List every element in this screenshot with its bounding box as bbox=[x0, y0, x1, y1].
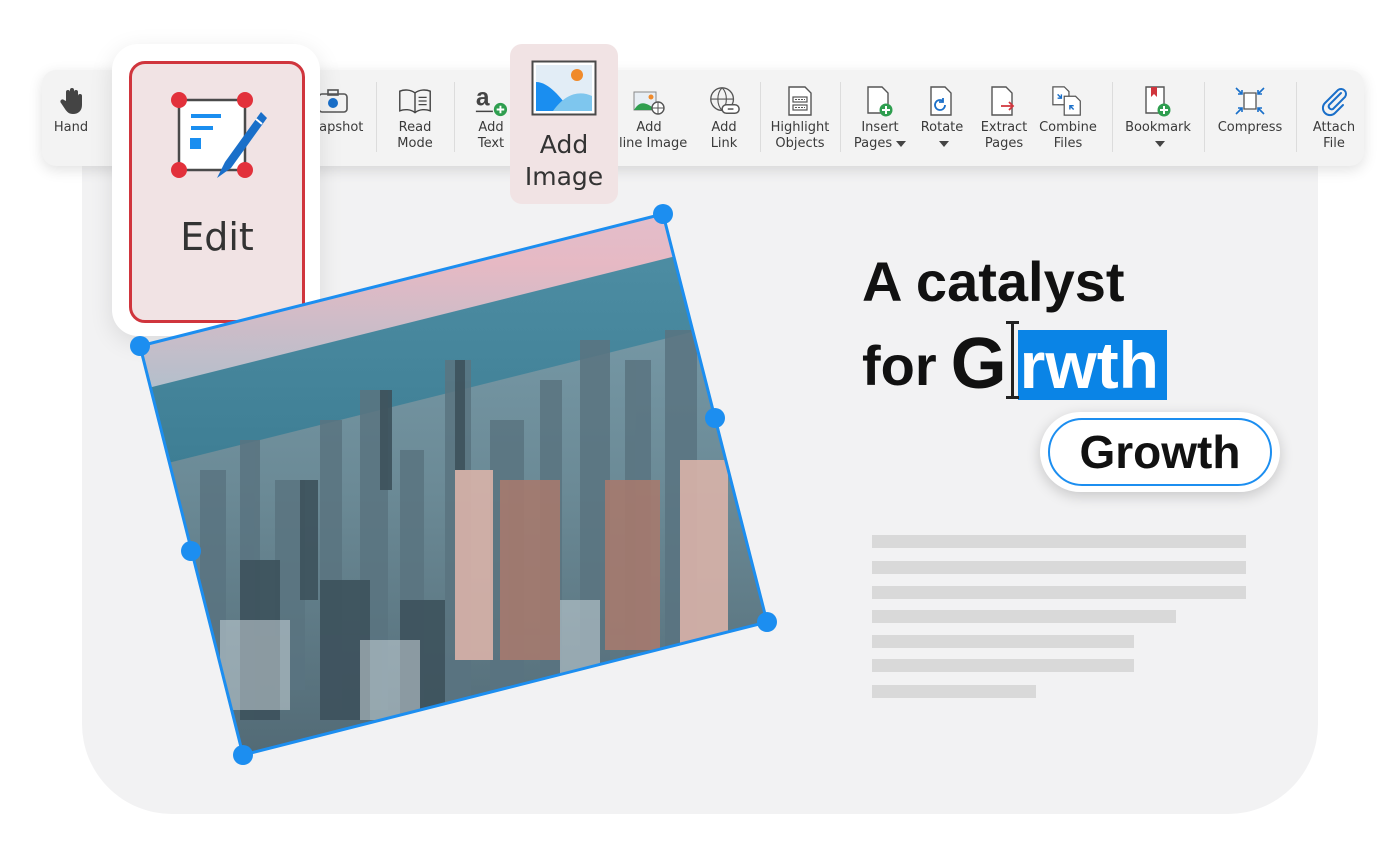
attach-file-tool[interactable]: Attach File bbox=[1306, 70, 1362, 166]
highlight-objects-icon bbox=[783, 84, 817, 118]
attach-file-label: Attach File bbox=[1312, 120, 1356, 151]
add-link-label: Add Link bbox=[710, 120, 738, 151]
hand-label: Hand bbox=[53, 120, 89, 135]
paperclip-icon bbox=[1317, 84, 1351, 118]
placeholder-text-line bbox=[872, 659, 1134, 672]
add-link-tool[interactable]: Add Link bbox=[702, 70, 746, 166]
placeholder-text-line bbox=[872, 685, 1036, 698]
toolbar-separator bbox=[454, 82, 455, 152]
toolbar-separator bbox=[376, 82, 377, 152]
combine-files-icon bbox=[1051, 84, 1085, 118]
bookmark-tool[interactable]: Bookmark bbox=[1122, 70, 1194, 166]
chevron-down-icon[interactable] bbox=[939, 140, 949, 147]
highlight-objects-label: Highlight Objects bbox=[770, 120, 830, 151]
placeholder-text-line bbox=[872, 610, 1176, 623]
rotate-text: Rotate bbox=[920, 120, 964, 135]
toolbar-separator bbox=[1112, 82, 1113, 152]
text-cursor bbox=[1005, 321, 1019, 399]
correction-bubble[interactable]: Growth bbox=[1040, 412, 1280, 492]
insert-pages-tool[interactable]: Insert Pages bbox=[852, 70, 908, 166]
link-icon bbox=[707, 84, 741, 118]
add-image-label: Add Image bbox=[524, 130, 604, 191]
compress-label: Compress bbox=[1217, 120, 1283, 135]
read-mode-tool[interactable]: Read Mode bbox=[388, 70, 442, 166]
placeholder-text-line bbox=[872, 561, 1246, 574]
toolbar-separator bbox=[1204, 82, 1205, 152]
camera-icon bbox=[316, 84, 350, 118]
headline-for: for bbox=[862, 334, 937, 397]
rotate-tool[interactable]: Rotate bbox=[918, 70, 966, 166]
insert-pages-label: Insert Pages bbox=[853, 120, 907, 152]
headline-line1[interactable]: A catalyst bbox=[862, 250, 1125, 314]
add-text-icon: a bbox=[474, 84, 508, 118]
headline-line2[interactable]: for G rwth bbox=[862, 320, 1167, 400]
online-image-icon bbox=[632, 84, 666, 118]
toolbar-separator bbox=[760, 82, 761, 152]
add-online-image-tool[interactable]: Add nline Image bbox=[608, 70, 690, 166]
insert-pages-text: Insert Pages bbox=[853, 120, 899, 151]
toolbar-separator bbox=[1296, 82, 1297, 152]
placeholder-text-line bbox=[872, 535, 1246, 548]
correction-text: Growth bbox=[1048, 418, 1272, 486]
bookmark-icon bbox=[1141, 84, 1175, 118]
hand-tool[interactable]: Hand bbox=[50, 70, 92, 166]
extract-pages-tool[interactable]: Extract Pages bbox=[978, 70, 1030, 166]
selected-text[interactable]: rwth bbox=[1017, 330, 1167, 400]
headline-g: G bbox=[950, 324, 1007, 404]
placeholder-text-line bbox=[872, 586, 1246, 599]
compress-tool[interactable]: Compress bbox=[1214, 70, 1286, 166]
edit-icon bbox=[157, 80, 277, 195]
extract-pages-label: Extract Pages bbox=[980, 120, 1028, 151]
hand-icon bbox=[54, 84, 88, 118]
chevron-down-icon[interactable] bbox=[896, 140, 907, 147]
image-icon bbox=[531, 60, 597, 121]
combine-files-tool[interactable]: Combine Files bbox=[1036, 70, 1100, 166]
chevron-down-icon[interactable] bbox=[1154, 140, 1165, 147]
book-icon bbox=[398, 84, 432, 118]
edit-button[interactable]: Edit bbox=[129, 61, 305, 323]
extract-pages-icon bbox=[987, 84, 1021, 118]
rotate-icon bbox=[925, 84, 959, 118]
add-online-image-label: Add nline Image bbox=[610, 120, 688, 151]
svg-text:a: a bbox=[476, 85, 490, 112]
compress-icon bbox=[1233, 84, 1267, 118]
highlight-objects-tool[interactable]: Highlight Objects bbox=[768, 70, 832, 166]
add-text-label: Add Text bbox=[477, 120, 505, 151]
insert-pages-icon bbox=[863, 84, 897, 118]
edit-label: Edit bbox=[180, 215, 254, 259]
edit-popup: Edit bbox=[112, 44, 320, 336]
bookmark-text: Bookmark bbox=[1125, 120, 1191, 135]
add-image-button[interactable]: Add Image bbox=[510, 44, 618, 204]
bookmark-label: Bookmark bbox=[1125, 120, 1191, 152]
rotate-label: Rotate bbox=[920, 120, 964, 152]
toolbar-separator bbox=[840, 82, 841, 152]
combine-files-label: Combine Files bbox=[1039, 120, 1097, 151]
read-mode-label: Read Mode bbox=[397, 120, 433, 151]
add-text-tool[interactable]: a Add Text bbox=[466, 70, 516, 166]
placeholder-text-line bbox=[872, 635, 1134, 648]
